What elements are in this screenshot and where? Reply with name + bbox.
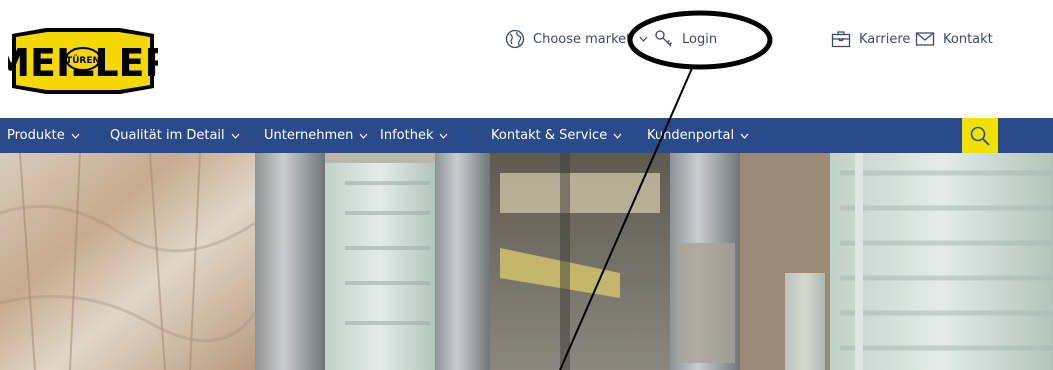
nav-item-kundenportal[interactable]: Kundenportal: [647, 118, 749, 153]
search-button[interactable]: [962, 118, 998, 153]
briefcase-icon: [831, 31, 851, 48]
logo-graphic: MEILLER TÜREN: [0, 28, 174, 94]
nav-item-label: Produkte: [7, 128, 65, 143]
nav-item-kontakt-service[interactable]: Kontakt & Service: [491, 118, 622, 153]
nav-item-qualitaet[interactable]: Qualität im Detail: [110, 118, 240, 153]
login-link[interactable]: Login: [654, 28, 717, 50]
search-icon: [970, 126, 990, 146]
chevron-down-icon: [740, 133, 749, 139]
choose-market-link[interactable]: Choose market: [505, 28, 648, 50]
globe-icon: [505, 29, 525, 49]
nav-item-label: Infothek: [380, 128, 434, 143]
kontakt-label: Kontakt: [943, 31, 993, 47]
hero-image: [0, 153, 1053, 370]
nav-item-label: Kontakt & Service: [491, 128, 608, 143]
key-icon: [655, 30, 672, 47]
meiller-logo[interactable]: MEILLER TÜREN: [0, 26, 174, 96]
chevron-down-icon: [440, 133, 448, 139]
logo-badge: TÜREN: [66, 55, 100, 66]
chevron-down-icon: [71, 133, 80, 139]
mail-icon: [915, 32, 935, 46]
nav-item-label: Unternehmen: [264, 128, 354, 143]
main-nav: Produkte Qualität im Detail Unternehmen …: [0, 118, 1053, 153]
nav-item-produkte[interactable]: Produkte: [7, 118, 80, 153]
choose-market-label: Choose market: [533, 31, 632, 47]
nav-item-label: Qualität im Detail: [110, 128, 225, 143]
nav-item-infothek[interactable]: Infothek: [380, 118, 448, 153]
login-label: Login: [682, 31, 718, 47]
chevron-down-icon: [231, 133, 240, 139]
karriere-label: Karriere: [859, 31, 911, 47]
nav-item-unternehmen[interactable]: Unternehmen: [264, 118, 368, 153]
chevron-down-icon: [639, 36, 648, 42]
kontakt-link[interactable]: Kontakt: [915, 28, 993, 50]
chevron-down-icon: [613, 133, 622, 139]
karriere-link[interactable]: Karriere: [831, 28, 910, 50]
nav-item-label: Kundenportal: [647, 128, 735, 143]
chevron-down-icon: [359, 133, 368, 139]
